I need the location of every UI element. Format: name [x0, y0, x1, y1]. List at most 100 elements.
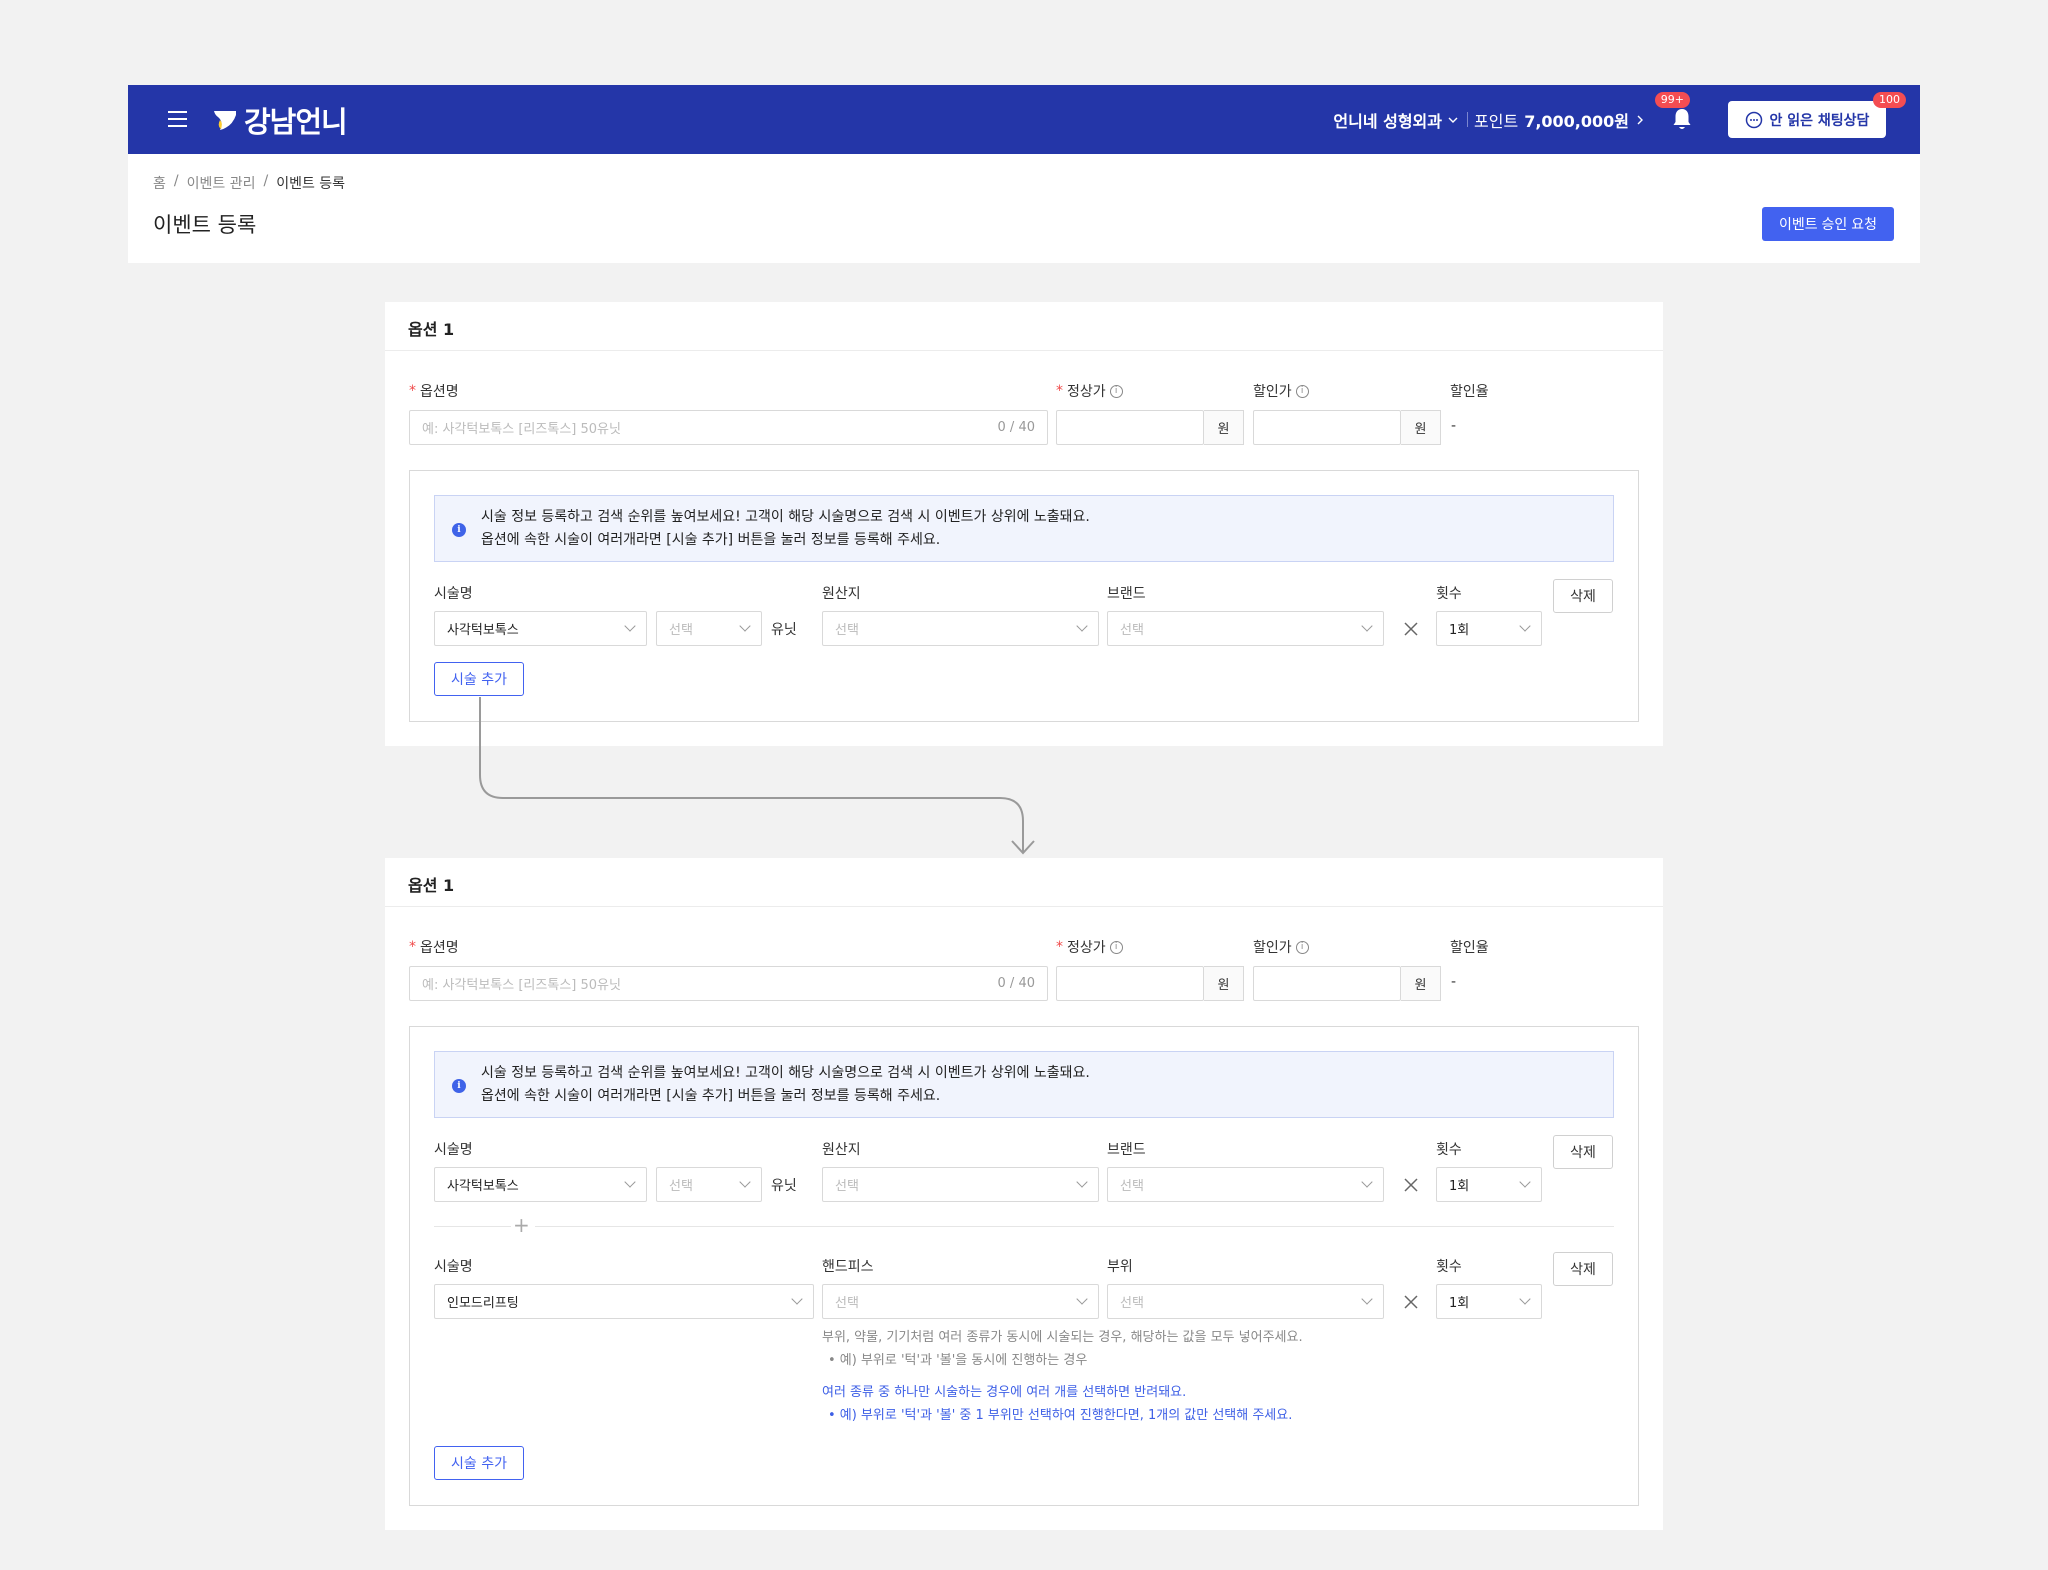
delete-procedure-button[interactable]: 삭제: [1553, 1252, 1613, 1286]
info-icon[interactable]: i: [1109, 384, 1123, 398]
count-select[interactable]: 1회: [1436, 1167, 1542, 1202]
discount-price-input[interactable]: [1253, 410, 1401, 445]
breadcrumb-event-management[interactable]: 이벤트 관리: [187, 173, 256, 193]
logo-text: 강남언니: [244, 105, 348, 139]
breadcrumb-separator: /: [173, 173, 179, 189]
delete-procedure-button[interactable]: 삭제: [1553, 579, 1613, 613]
chevron-down-icon: [739, 620, 751, 632]
required-mark: *: [409, 383, 416, 399]
regular-price-input[interactable]: [1056, 966, 1204, 1001]
amount-select[interactable]: 선택: [656, 1167, 762, 1202]
regular-price-input[interactable]: [1056, 410, 1204, 445]
required-mark: *: [1056, 939, 1063, 955]
notice-line-2: 옵션에 속한 시술이 여러개라면 [시술 추가] 버튼을 눌러 정보를 등록해 …: [481, 532, 941, 548]
handpiece-select[interactable]: 선택: [822, 1284, 1099, 1319]
info-icon[interactable]: i: [1295, 940, 1309, 954]
discount-price-input[interactable]: [1253, 966, 1401, 1001]
page-title: 이벤트 등록: [153, 213, 257, 237]
regular-price-label: * 정상가 i: [1056, 937, 1123, 957]
currency-unit: 원: [1401, 410, 1441, 445]
unread-chat-button[interactable]: 안 읽은 채팅상담: [1728, 101, 1886, 138]
currency-unit: 원: [1204, 410, 1244, 445]
help-bullet-blue: • 예) 부위로 '턱'과 '볼' 중 1 부위만 선택하여 진행한다면, 1개…: [828, 1408, 1293, 1423]
amount-unit: 유닛: [771, 622, 797, 638]
chevron-down-icon: [1076, 1176, 1088, 1188]
option-name-label: * 옵션명: [409, 939, 459, 956]
chevron-down-icon: [1519, 1176, 1531, 1188]
count-label: 횟수: [1436, 1259, 1462, 1275]
option-name-label: * 옵션명: [409, 383, 459, 400]
notification-badge: 99+: [1654, 92, 1690, 108]
chevron-down-icon: [1076, 620, 1088, 632]
amount-unit: 유닛: [771, 1178, 797, 1194]
chevron-down-icon: [1361, 620, 1373, 632]
breadcrumb-home[interactable]: 홈: [153, 173, 166, 193]
amount-select[interactable]: 선택: [656, 611, 762, 646]
plus-icon[interactable]: +: [513, 1213, 530, 1237]
discount-rate-value: -: [1451, 418, 1457, 434]
procedure-section: i 시술 정보 등록하고 검색 순위를 높여보세요! 고객이 해당 시술명으로 …: [409, 1026, 1639, 1506]
chat-badge: 100: [1873, 92, 1906, 108]
info-notice: i 시술 정보 등록하고 검색 순위를 높여보세요! 고객이 해당 시술명으로 …: [434, 1051, 1614, 1118]
regular-price-label: * 정상가 i: [1056, 381, 1123, 401]
procedure-name-label: 시술명: [434, 1259, 473, 1275]
clear-icon[interactable]: [1403, 1294, 1419, 1310]
clinic-name: 언니네 성형외과: [1333, 112, 1442, 131]
discount-rate-label: 할인율: [1450, 940, 1489, 956]
logo[interactable]: 강남언니: [212, 99, 348, 141]
clear-icon[interactable]: [1403, 621, 1419, 637]
origin-select[interactable]: 선택: [822, 611, 1099, 646]
count-select[interactable]: 1회: [1436, 611, 1542, 646]
top-navigation-bar: 강남언니 언니네 성형외과 포인트 7,000,000원 99+ 안 읽은 채팅…: [128, 85, 1920, 154]
procedure-name-label: 시술명: [434, 586, 473, 602]
option-name-placeholder: 예: 사각턱보톡스 [리즈톡스] 50유닛: [422, 978, 621, 993]
discount-rate-label: 할인율: [1450, 384, 1489, 400]
discount-rate-value: -: [1451, 974, 1457, 990]
procedure-name-select[interactable]: 사각턱보톡스: [434, 611, 647, 646]
breadcrumb-separator: /: [263, 173, 269, 189]
origin-select[interactable]: 선택: [822, 1167, 1099, 1202]
brand-label: 브랜드: [1107, 586, 1146, 602]
help-text-gray: 부위, 약물, 기기처럼 여러 종류가 동시에 시술되는 경우, 해당하는 값을…: [822, 1330, 1303, 1345]
option-name-input[interactable]: 예: 사각턱보톡스 [리즈톡스] 50유닛 0 / 40: [409, 966, 1048, 1001]
brand-select[interactable]: 선택: [1107, 611, 1384, 646]
procedure-name-select[interactable]: 인모드리프팅: [434, 1284, 814, 1319]
option-title: 옵션 1: [385, 858, 1663, 907]
points-label: 포인트: [1474, 112, 1519, 131]
row-divider: [434, 1226, 511, 1227]
add-procedure-button[interactable]: 시술 추가: [434, 1446, 524, 1480]
chevron-down-icon: [1361, 1293, 1373, 1305]
add-procedure-button[interactable]: 시술 추가: [434, 662, 524, 696]
help-text-blue: 여러 종류 중 하나만 시술하는 경우에 여러 개를 선택하면 반려돼요.: [822, 1385, 1187, 1400]
info-notice: i 시술 정보 등록하고 검색 순위를 높여보세요! 고객이 해당 시술명으로 …: [434, 495, 1614, 562]
menu-icon[interactable]: [168, 111, 187, 128]
option-name-input[interactable]: 예: 사각턱보톡스 [리즈톡스] 50유닛 0 / 40: [409, 410, 1048, 445]
notification-bell[interactable]: [1671, 107, 1693, 131]
currency-unit: 원: [1401, 966, 1441, 1001]
points-value: 7,000,000원: [1524, 112, 1629, 131]
points-link[interactable]: 포인트 7,000,000원: [1474, 108, 1645, 132]
page-header: 홈 / 이벤트 관리 / 이벤트 등록 이벤트 등록 이벤트 승인 요청: [128, 154, 1920, 263]
clinic-selector[interactable]: 언니네 성형외과: [1333, 108, 1458, 132]
notice-line-1: 시술 정보 등록하고 검색 순위를 높여보세요! 고객이 해당 시술명으로 검색…: [481, 509, 1090, 525]
origin-label: 원산지: [822, 1142, 861, 1158]
brand-select[interactable]: 선택: [1107, 1167, 1384, 1202]
chat-bubble-icon: [1745, 111, 1762, 128]
info-circle-icon: i: [452, 523, 466, 537]
info-icon[interactable]: i: [1109, 940, 1123, 954]
event-approval-request-button[interactable]: 이벤트 승인 요청: [1762, 207, 1894, 241]
option-name-placeholder: 예: 사각턱보톡스 [리즈톡스] 50유닛: [422, 422, 621, 437]
handpiece-label: 핸드피스: [822, 1259, 874, 1275]
area-select[interactable]: 선택: [1107, 1284, 1384, 1319]
procedure-name-select[interactable]: 사각턱보톡스: [434, 1167, 647, 1202]
info-icon[interactable]: i: [1295, 384, 1309, 398]
clear-icon[interactable]: [1403, 1177, 1419, 1193]
chevron-down-icon: [1448, 117, 1458, 123]
required-mark: *: [409, 939, 416, 955]
notice-line-2: 옵션에 속한 시술이 여러개라면 [시술 추가] 버튼을 눌러 정보를 등록해 …: [481, 1088, 941, 1104]
row-divider: [535, 1226, 1614, 1227]
count-select[interactable]: 1회: [1436, 1284, 1542, 1319]
chevron-down-icon: [1519, 620, 1531, 632]
delete-procedure-button[interactable]: 삭제: [1553, 1135, 1613, 1169]
header-divider: [1467, 112, 1468, 127]
